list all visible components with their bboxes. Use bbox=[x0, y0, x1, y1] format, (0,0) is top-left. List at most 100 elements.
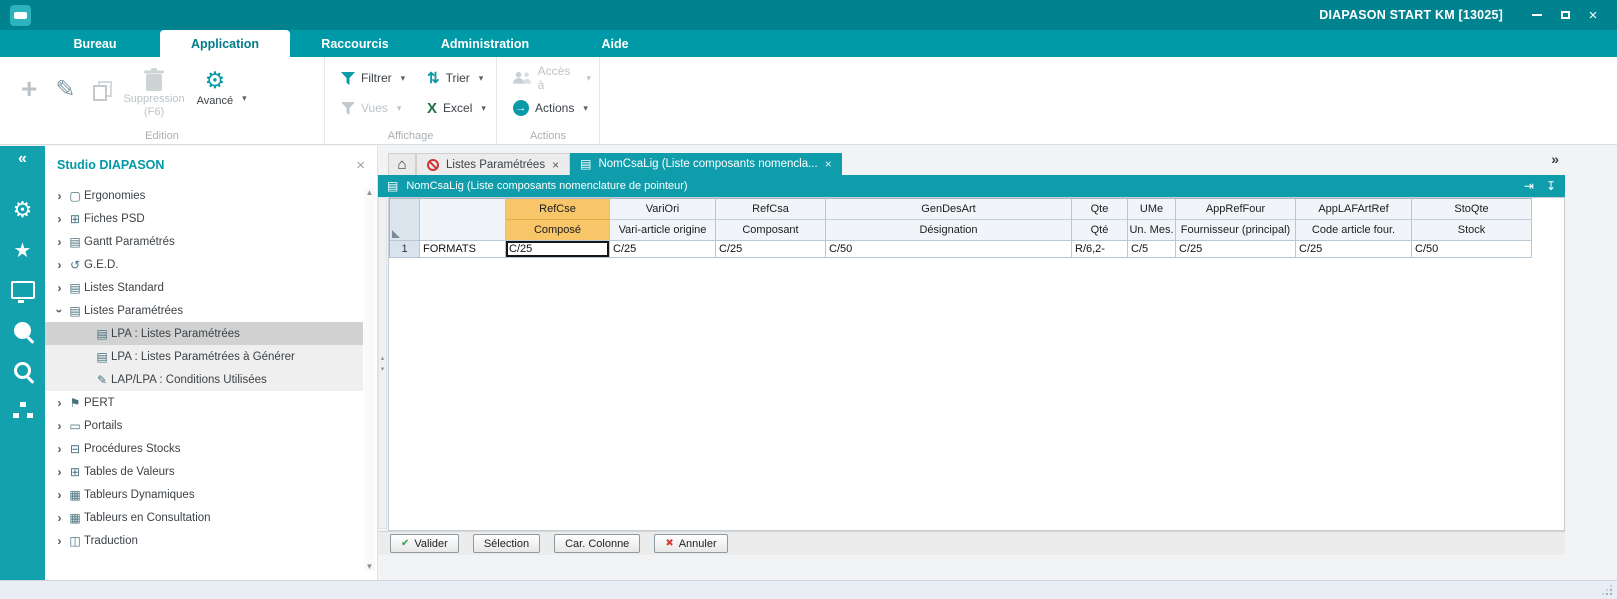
column-header-stoqte[interactable]: StoQte Stock bbox=[1412, 199, 1532, 241]
affichage-row2: Vues ▾ X Excel ▾ bbox=[337, 93, 488, 123]
column-header-qte[interactable]: Qte Qté bbox=[1072, 199, 1128, 241]
close-button[interactable]: × bbox=[1579, 3, 1607, 27]
tree-item-traduction[interactable]: › ◫ Traduction bbox=[45, 529, 363, 552]
menu-aide[interactable]: Aide bbox=[550, 30, 680, 57]
maximize-button[interactable] bbox=[1551, 3, 1579, 27]
tree-item-procedures-stocks[interactable]: › ⊟ Procédures Stocks bbox=[45, 437, 363, 460]
scroll-down-icon[interactable]: ▼ bbox=[366, 562, 374, 571]
row-number[interactable]: 1 bbox=[390, 241, 420, 258]
corner-triangle-icon bbox=[392, 230, 400, 238]
panel-title: NomCsaLig (Liste composants nomenclature… bbox=[406, 180, 688, 192]
sidebar-scrollbar[interactable]: ▲ ▼ bbox=[364, 188, 375, 571]
actions-button[interactable]: → Actions ▾ bbox=[509, 98, 595, 118]
menu-application[interactable]: Application bbox=[160, 30, 290, 57]
select-all-corner[interactable] bbox=[390, 199, 420, 241]
column-header-apprefour[interactable]: AppRefFour Fournisseur (principal) bbox=[1176, 199, 1296, 241]
tab-listes-parametrees[interactable]: Listes Paramétrées × bbox=[416, 153, 571, 175]
tree-item-gantt[interactable]: › ▤ Gantt Paramétrés bbox=[45, 230, 363, 253]
cell-editor-input[interactable] bbox=[506, 241, 609, 257]
download-icon[interactable]: ↧ bbox=[1546, 179, 1556, 193]
document-icon: ▤ bbox=[387, 179, 399, 193]
column-header-variori[interactable]: VariOri Vari-article origine bbox=[610, 199, 716, 241]
edit-button[interactable]: ✎ bbox=[46, 69, 84, 109]
scroll-up-icon[interactable]: ▲ bbox=[366, 188, 374, 197]
filter-label: Filtrer bbox=[361, 71, 392, 85]
column-header-applafartref[interactable]: AppLAFArtRef Code article four. bbox=[1296, 199, 1412, 241]
close-icon: × bbox=[1588, 6, 1598, 24]
tree-item-pert[interactable]: › ⚑ PERT bbox=[45, 391, 363, 414]
column-header-gendesart[interactable]: GenDesArt Désignation bbox=[826, 199, 1072, 241]
selection-button[interactable]: Sélection bbox=[472, 534, 541, 553]
hierarchy-nav-button[interactable] bbox=[0, 390, 45, 430]
tree-item-ged[interactable]: › ↺ G.E.D. bbox=[45, 253, 363, 276]
menu-administration[interactable]: Administration bbox=[420, 30, 550, 57]
tree-item-fiches-psd[interactable]: › ⊞ Fiches PSD bbox=[45, 207, 363, 230]
grid-cell[interactable]: C/25 bbox=[1296, 241, 1412, 258]
copy-button[interactable] bbox=[84, 69, 117, 109]
column-header-ume[interactable]: UMe Un. Mes. bbox=[1128, 199, 1176, 241]
tree-item-portails[interactable]: › ▭ Portails bbox=[45, 414, 363, 437]
column-header-rowlabel[interactable] bbox=[420, 199, 506, 241]
go-to-end-icon[interactable]: ⇥ bbox=[1524, 179, 1534, 193]
advanced-button[interactable]: ⚙ Avancé bbox=[191, 67, 240, 107]
search-nav-button[interactable] bbox=[0, 310, 45, 350]
tree-item-ergonomies[interactable]: › ▢ Ergonomies bbox=[45, 184, 363, 207]
tree-item-lpa-a-generer[interactable]: ▤ LPA : Listes Paramétrées à Générer bbox=[45, 345, 363, 368]
tree-item-tableurs-consultation[interactable]: › ▦ Tableurs en Consultation bbox=[45, 506, 363, 529]
menu-bureau[interactable]: Bureau bbox=[30, 30, 160, 57]
grid-cell[interactable]: R/6,2- bbox=[1072, 241, 1128, 258]
sidebar-close-icon[interactable]: × bbox=[356, 157, 365, 174]
resize-grip[interactable] bbox=[1603, 586, 1612, 595]
views-button[interactable]: Vues ▾ bbox=[337, 99, 423, 117]
cancel-button[interactable]: ✖ Annuler bbox=[654, 534, 728, 553]
tab-close-icon[interactable]: × bbox=[825, 157, 832, 171]
desktop-nav-button[interactable] bbox=[0, 270, 45, 310]
home-tab-button[interactable]: ⌂ bbox=[388, 153, 416, 175]
tree-item-label: Listes Standard bbox=[84, 281, 164, 294]
minimize-button[interactable] bbox=[1523, 3, 1551, 27]
tree-item-tables-de-valeurs[interactable]: › ⊞ Tables de Valeurs bbox=[45, 460, 363, 483]
sort-dropdown-icon: ▾ bbox=[478, 72, 484, 83]
add-button[interactable]: + bbox=[12, 69, 46, 109]
fiches-psd-icon: ⊞ bbox=[69, 211, 81, 226]
grid-cell[interactable]: C/50 bbox=[1412, 241, 1532, 258]
tab-close-icon[interactable]: × bbox=[552, 158, 559, 172]
column-header-refcse[interactable]: RefCse Composé bbox=[506, 199, 610, 241]
row-label-cell[interactable]: FORMATS bbox=[420, 241, 506, 258]
menu-raccourcis[interactable]: Raccourcis bbox=[290, 30, 420, 57]
grid-cell[interactable]: C/25 bbox=[1176, 241, 1296, 258]
tables-valeurs-icon: ⊞ bbox=[69, 464, 81, 479]
tree-item-label: Tableurs Dynamiques bbox=[84, 488, 195, 501]
favorites-nav-button[interactable]: ★ bbox=[0, 230, 45, 270]
chevron-right-icon: › bbox=[57, 418, 62, 433]
grid-cell[interactable]: C/5 bbox=[1128, 241, 1176, 258]
affichage-group-label: Affichage bbox=[387, 130, 434, 142]
advanced-dropdown-icon[interactable]: ▾ bbox=[242, 93, 247, 104]
collapse-sidebar-button[interactable]: « bbox=[0, 146, 45, 172]
tab-nomcsalig[interactable]: ▤ NomCsaLig (Liste composants nomencla..… bbox=[570, 153, 842, 175]
delete-button[interactable]: Suppression (F6) bbox=[117, 67, 190, 119]
filter-button[interactable]: Filtrer ▾ bbox=[337, 69, 423, 87]
column-subname: Composant bbox=[716, 220, 825, 241]
advanced-search-nav-button[interactable] bbox=[0, 350, 45, 390]
tree-item-conditions-utilisees[interactable]: ✎ LAP/LPA : Conditions Utilisées bbox=[45, 368, 363, 391]
traduction-icon: ◫ bbox=[69, 533, 81, 548]
tree-item-label: LPA : Listes Paramétrées bbox=[111, 327, 240, 340]
panel-splitter[interactable]: ▴ ▾ bbox=[378, 197, 387, 529]
tree-item-listes-parametrees[interactable]: › ▤ Listes Paramétrées bbox=[45, 299, 363, 322]
column-header-refcsa[interactable]: RefCsa Composant bbox=[716, 199, 826, 241]
grid-cell[interactable]: C/50 bbox=[826, 241, 1072, 258]
tree-item-tableurs-dynamiques[interactable]: › ▦ Tableurs Dynamiques bbox=[45, 483, 363, 506]
settings-nav-button[interactable]: ⚙ bbox=[0, 190, 45, 230]
grid-header: RefCse Composé VariOri Vari-article orig… bbox=[390, 199, 1532, 241]
tab-overflow-icon[interactable]: » bbox=[1551, 151, 1559, 167]
access-button[interactable]: Accès à ▾ bbox=[509, 62, 595, 94]
grid-cell[interactable]: C/25 bbox=[610, 241, 716, 258]
column-char-button[interactable]: Car. Colonne bbox=[554, 534, 641, 553]
selection-label: Sélection bbox=[483, 537, 530, 550]
tree-item-listes-standard[interactable]: › ▤ Listes Standard bbox=[45, 276, 363, 299]
grid-cell[interactable]: C/25 bbox=[716, 241, 826, 258]
validate-button[interactable]: ✔ Valider bbox=[390, 534, 459, 553]
grid-cell-editing[interactable] bbox=[506, 241, 610, 258]
tree-item-lpa-listes-parametrees[interactable]: ▤ LPA : Listes Paramétrées bbox=[45, 322, 363, 345]
